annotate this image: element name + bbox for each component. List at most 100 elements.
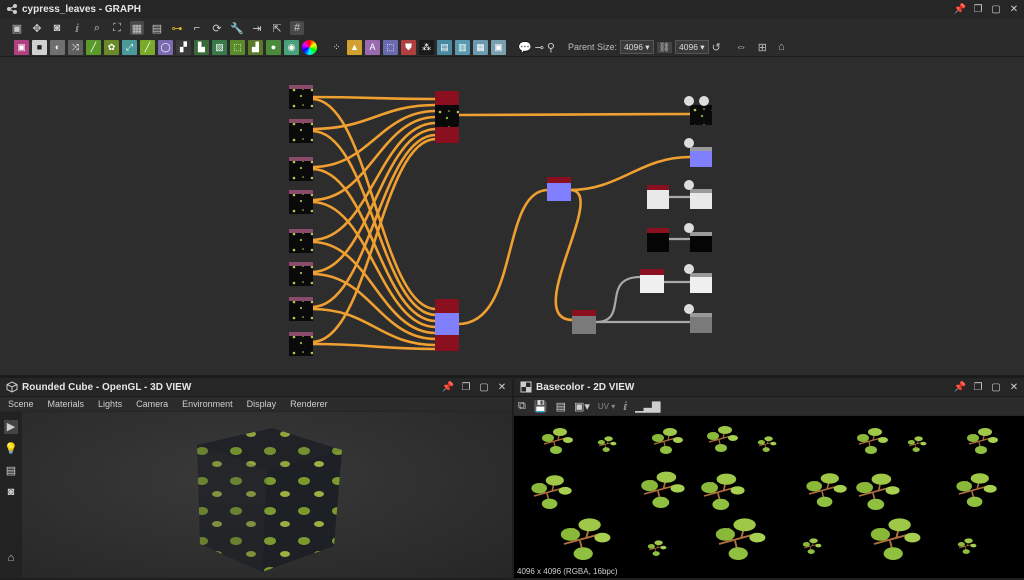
- menu-renderer[interactable]: Renderer: [290, 399, 328, 409]
- normal-icon[interactable]: ◯: [158, 39, 173, 55]
- maximize-icon[interactable]: ▢: [478, 381, 490, 393]
- bitmap-node-icon[interactable]: ▣: [14, 39, 29, 55]
- output-roughness[interactable]: [684, 180, 712, 209]
- uniform-black-node[interactable]: [647, 228, 669, 252]
- tile-icon[interactable]: ▧: [212, 39, 227, 55]
- layout-icon[interactable]: ⌂: [4, 552, 18, 566]
- triangle-icon[interactable]: ▲: [347, 39, 362, 55]
- shape-icon[interactable]: ●: [266, 39, 281, 55]
- wrench-icon[interactable]: 🔧: [230, 21, 244, 35]
- blend-node-bottom[interactable]: [435, 299, 459, 351]
- warp-icon[interactable]: ✿: [104, 39, 119, 55]
- function-icon[interactable]: ▣: [491, 39, 506, 55]
- pattern-icon[interactable]: ◉: [284, 39, 299, 55]
- layout-icon[interactable]: ⌂: [778, 41, 785, 53]
- close-icon[interactable]: ✕: [1008, 381, 1020, 393]
- export-icon[interactable]: ⇥: [250, 21, 264, 35]
- graph-canvas[interactable]: [0, 57, 1024, 375]
- close-icon[interactable]: ✕: [1008, 3, 1020, 15]
- menu-display[interactable]: Display: [247, 399, 277, 409]
- camera-icon[interactable]: ◙: [50, 21, 64, 35]
- output-normal[interactable]: [684, 138, 712, 167]
- info-icon[interactable]: ⅈ: [623, 400, 627, 413]
- info-icon[interactable]: ⅈ: [70, 21, 84, 35]
- copy-icon[interactable]: ⧉: [518, 400, 526, 413]
- output-basecolor[interactable]: [684, 96, 712, 125]
- close-icon[interactable]: ✕: [496, 381, 508, 393]
- gradient-icon[interactable]: ╱: [86, 39, 101, 55]
- input-icon[interactable]: ▤: [437, 39, 452, 55]
- hierarchy-icon[interactable]: ⊞: [758, 41, 767, 54]
- pointer-icon[interactable]: ⇱: [270, 21, 284, 35]
- grid-icon[interactable]: #: [290, 21, 304, 35]
- maximize-icon[interactable]: ▢: [990, 381, 1002, 393]
- fit-icon[interactable]: ⛶: [110, 21, 124, 35]
- link-yellow-icon[interactable]: ⊶: [170, 21, 184, 35]
- uniform-white-node[interactable]: [647, 185, 669, 209]
- pin-icon[interactable]: 📌: [442, 381, 454, 393]
- menu-camera[interactable]: Camera: [136, 399, 168, 409]
- restore-icon[interactable]: ❐: [972, 381, 984, 393]
- display-icon[interactable]: ▣▾: [574, 400, 590, 413]
- uv-toggle[interactable]: UV ▾: [598, 402, 615, 411]
- light-icon[interactable]: 💡: [4, 442, 18, 456]
- levels-icon[interactable]: ◐: [50, 39, 65, 55]
- connect-icon[interactable]: ⇔: [736, 41, 747, 53]
- parent-size-height-select[interactable]: 4096 ▾: [675, 40, 709, 54]
- output-height[interactable]: [684, 304, 712, 333]
- uniform-color-icon[interactable]: ■: [32, 39, 47, 55]
- camera-icon[interactable]: ▶: [4, 420, 18, 434]
- hsl-icon[interactable]: ▞: [176, 39, 191, 55]
- screenshot-icon[interactable]: ◙: [4, 486, 18, 500]
- output-icon[interactable]: ▥: [455, 39, 470, 55]
- parent-size-width-select[interactable]: 4096 ▾: [620, 40, 654, 54]
- graph-node-icon[interactable]: ▦: [473, 39, 488, 55]
- restore-icon[interactable]: ❐: [972, 3, 984, 15]
- pin-icon[interactable]: 📌: [954, 3, 966, 15]
- grey-node[interactable]: [572, 310, 596, 334]
- uniform-dots-node[interactable]: [640, 269, 664, 293]
- mask-icon[interactable]: ⬚: [230, 39, 245, 55]
- menu-materials[interactable]: Materials: [48, 399, 85, 409]
- refresh-icon[interactable]: ⟳: [210, 21, 224, 35]
- dot-link-icon[interactable]: ⊸: [535, 41, 544, 54]
- search-icon[interactable]: ⌕: [90, 21, 104, 35]
- restore-icon[interactable]: ❐: [460, 381, 472, 393]
- link-size-icon[interactable]: ⛓: [656, 41, 673, 53]
- frame-icon[interactable]: ⬚: [383, 39, 398, 55]
- menu-environment[interactable]: Environment: [182, 399, 233, 409]
- maximize-icon[interactable]: ▢: [990, 3, 1002, 15]
- pin-node-icon[interactable]: ⚲: [547, 41, 555, 54]
- sharpen-icon[interactable]: ╱: [140, 39, 155, 55]
- dots-icon[interactable]: ⁂: [419, 39, 434, 55]
- corner-icon[interactable]: ⌐: [190, 21, 204, 35]
- reset-size-icon[interactable]: ↺: [712, 41, 721, 54]
- comment-icon[interactable]: 💬: [518, 41, 532, 54]
- view2d-viewport[interactable]: 4096 x 4096 (RGBA, 16bpc): [514, 416, 1024, 578]
- curve-icon[interactable]: ⤢: [122, 39, 137, 55]
- channel-icon[interactable]: ▟: [248, 39, 263, 55]
- normal-node[interactable]: [547, 177, 571, 201]
- fill-icon[interactable]: ⛊: [401, 39, 416, 55]
- pin-icon[interactable]: 📌: [954, 381, 966, 393]
- histogram-icon[interactable]: ▁▃▇: [635, 400, 660, 413]
- table-icon[interactable]: ▤: [150, 21, 164, 35]
- layers-icon[interactable]: ▤: [556, 400, 566, 413]
- save-icon[interactable]: 💾: [534, 400, 548, 413]
- scene-icon[interactable]: ▤: [4, 464, 18, 478]
- menu-scene[interactable]: Scene: [8, 399, 34, 409]
- noise-icon[interactable]: ⁘: [329, 39, 344, 55]
- blend-icon[interactable]: ⤨: [68, 39, 83, 55]
- move-icon[interactable]: ✥: [30, 21, 44, 35]
- align-icon[interactable]: ▦: [130, 21, 144, 35]
- text-icon[interactable]: A: [365, 39, 380, 55]
- image-icon[interactable]: ▣: [10, 21, 24, 35]
- menu-lights[interactable]: Lights: [98, 399, 122, 409]
- color-wheel-icon[interactable]: [302, 39, 317, 55]
- transform-icon[interactable]: ▙: [194, 39, 209, 55]
- output-opacity[interactable]: [684, 264, 712, 293]
- output-metallic[interactable]: [684, 223, 712, 252]
- view3d-viewport[interactable]: [22, 412, 512, 578]
- left-input-nodes[interactable]: [289, 85, 313, 356]
- blend-node-top[interactable]: [435, 91, 459, 143]
